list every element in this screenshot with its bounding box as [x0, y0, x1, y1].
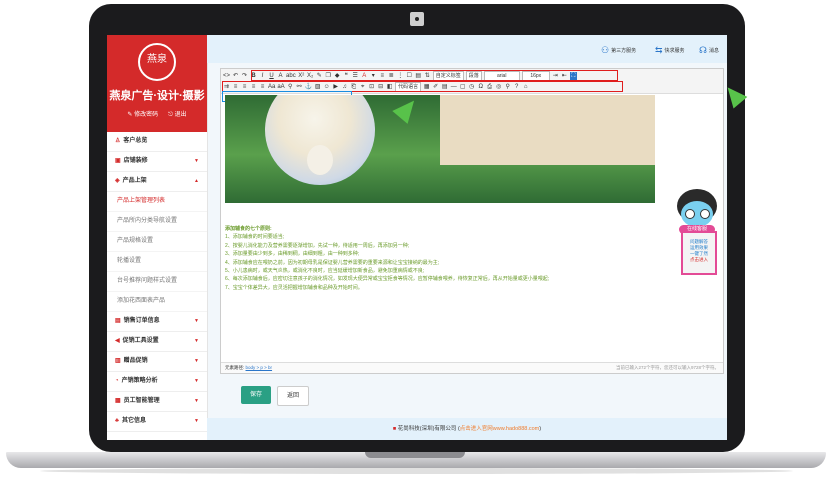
save-button[interactable]: 保存: [241, 386, 272, 404]
footer-logo-icon: ■: [392, 426, 397, 432]
sidebar-item-label: 销售订单信息: [123, 318, 160, 324]
sidebar-item-label: 员工智能管理: [123, 398, 160, 404]
webcam-icon: [410, 12, 424, 26]
chevron-down-icon: ▼: [194, 358, 199, 364]
element-path: 元素路径: body > p > br: [221, 365, 272, 370]
chevron-down-icon: ▼: [194, 418, 199, 424]
chevron-down-icon: ▼: [194, 338, 199, 344]
notes-line: 4、添加辅食应在喂奶之前，因为初期母乳是保证婴儿营养需要的重要来源和让宝宝接纳的…: [225, 259, 440, 266]
notes-line: 7、宝宝个体差异大，应灵活把握增加辅食和品种及开始时间。: [225, 284, 363, 291]
analysis-icon: ◔: [115, 378, 119, 384]
brand-title: 燕泉广告·设计·摄影: [109, 90, 205, 102]
highlight-box-row1: [251, 70, 618, 81]
exchange-icon: ⇆: [655, 45, 663, 55]
headset-icon: ☊: [699, 45, 707, 55]
third-party-link[interactable]: ⚇ 第三方服务: [601, 45, 636, 56]
editor-content[interactable]: 添加辅食的七个原则: 1、添加辅食的时间要适当; 2、按婴儿消化能力及营养需要逐…: [225, 95, 719, 292]
sidebar-item-shop[interactable]: ▣ 店铺装修 ▼: [107, 152, 207, 172]
logout-link[interactable]: ⎋ 退出: [168, 109, 186, 119]
chevron-down-icon: ▼: [194, 378, 199, 384]
sidebar-item-other[interactable]: ♣ 其它信息 ▼: [107, 412, 207, 432]
chevron-down-icon: ▼: [194, 158, 199, 164]
sidebar-subitem[interactable]: 台号推荐问题样式设置: [107, 272, 207, 292]
sidebar-subitem[interactable]: 产品上架管理列表: [107, 192, 207, 212]
sidebar-item-staff[interactable]: ▦ 员工智能管理 ▼: [107, 392, 207, 412]
spoon-image: [307, 145, 333, 175]
sidebar-subitem[interactable]: 产品规格设置: [107, 232, 207, 252]
sidebar-item-analysis[interactable]: ◔ 产销策略分析 ▼: [107, 372, 207, 392]
edit-password-label: 修改密码: [134, 112, 159, 118]
users-icon: ⚇: [601, 45, 610, 55]
notes-line: 3、添加量要由少到多，由稀到稠，由细到粗，由一种到多种;: [225, 251, 360, 258]
top-bar: ⚇ 第三方服务 ⇆ 快求服务 ☊ 消息: [207, 35, 727, 63]
sidebar-subitem[interactable]: 添加花西面表产品: [107, 292, 207, 312]
element-path-label: 元素路径:: [225, 365, 245, 370]
notes-line: 1、添加辅食的时间要适当;: [225, 234, 285, 241]
laptop-notch: [365, 452, 465, 458]
gift-icon: ▥: [115, 358, 121, 364]
screen: 燕泉 燕泉广告·设计·摄影 ✎ 修改密码 ⎋ 退出 ♙ 客户总览 ▣ 店铺装修 ▼ ◈…: [107, 35, 727, 440]
messages-link[interactable]: ☊ 消息: [699, 45, 719, 56]
promo-icon: ◀: [115, 338, 120, 344]
char-count: 当前已输入272个字符，您还可以输入9728个字符。: [615, 365, 719, 370]
undo-icon[interactable]: ↶: [232, 72, 239, 80]
sidebar-item-label: 产品上架: [122, 178, 147, 184]
staff-icon: ▦: [115, 398, 121, 404]
redo-icon[interactable]: ↷: [241, 72, 248, 80]
sidebar-item-orders[interactable]: ▤ 销售订单信息 ▼: [107, 312, 207, 332]
product-icon: ◈: [115, 178, 120, 184]
chevron-up-icon: ▲: [194, 178, 199, 184]
editor-status-bar: 元素路径: body > p > br 当前已输入272个字符，您还可以输入97…: [221, 362, 723, 373]
sidebar-menu: ♙ 客户总览 ▣ 店铺装修 ▼ ◈ 产品上架 ▲ 产品上架管理列表 产品所内分类导航设置 …: [107, 132, 207, 432]
mascot-line: 点击进入: [690, 257, 708, 262]
sidebar-subitem[interactable]: 轮播设置: [107, 252, 207, 272]
mascot-right-eye: [700, 209, 710, 219]
sidebar-item-overview[interactable]: ♙ 客户总览: [107, 132, 207, 152]
third-party-label: 第三方服务: [611, 48, 637, 54]
element-path-link[interactable]: body > p > br: [246, 365, 273, 370]
footer-close-paren: ): [539, 426, 542, 432]
notes-title: 添加辅食的七个原则:: [225, 226, 272, 232]
notes-line: 2、按婴儿消化能力及营养需要逐渐增加，先试一种，待适用一周后，再添加另一种;: [225, 242, 410, 249]
footer: ■ 花尚科技(深圳)有限公司 (点击进入官网www.hado888.com): [207, 418, 727, 440]
notes-line: 6、每次添加辅食后，应密切注意孩子的消化情况，如发现大便异常或宝宝拒食等情况，应…: [225, 276, 550, 283]
sidebar-item-label: 店铺装修: [123, 158, 148, 164]
sidebar-subitem[interactable]: 产品所内分类导航设置: [107, 212, 207, 232]
notes-text: 添加辅食的七个原则: 1、添加辅食的时间要适当; 2、按婴儿消化能力及营养需要逐…: [225, 225, 719, 292]
sidebar-item-promo[interactable]: ◀ 促销工具设置 ▼: [107, 332, 207, 352]
laptop-shadow: [40, 468, 793, 474]
chevron-down-icon: ▼: [194, 318, 199, 324]
sidebar-item-label: 产销策略分析: [121, 378, 158, 384]
other-icon: ♣: [115, 418, 119, 424]
user-icon: ♙: [115, 138, 121, 144]
order-icon: ▤: [115, 318, 121, 324]
footer-company: 花尚科技(深圳)有限公司 (: [397, 426, 460, 432]
mascot-left-eye: [685, 209, 695, 219]
sidebar-item-product[interactable]: ◈ 产品上架 ▲: [107, 172, 207, 192]
logout-label: 退出: [174, 112, 187, 118]
messages-label: 消息: [709, 48, 720, 54]
toolbar-html-button[interactable]: <>: [223, 72, 230, 80]
sidebar-item-label: 客户总览: [123, 138, 148, 144]
footer-website-link[interactable]: 点击进入官网www.hado888.com: [460, 426, 539, 432]
rich-text-editor[interactable]: <> ↶ ↷ B I U A abc X² X₂ ✎ ❐ ◆ ❝ ☰ A ▾ ≡…: [220, 68, 724, 374]
shop-icon: ▣: [115, 158, 121, 164]
sidebar-item-label: 其它信息: [121, 418, 146, 424]
chevron-down-icon: ▼: [194, 398, 199, 404]
back-button[interactable]: 返回: [277, 386, 310, 406]
sidebar-item-label: 促销工具设置: [122, 338, 159, 344]
edit-password-link[interactable]: ✎ 修改密码: [127, 109, 158, 119]
product-image: [225, 95, 655, 203]
sidebar-item-label: 赠品促销: [123, 358, 148, 364]
sidebar-item-gift[interactable]: ▥ 赠品促销 ▼: [107, 352, 207, 372]
notes-line: 5、小儿患病时，或天气炎热，或消化不良时，应当延缓增加新食品，避免加重病情或不良…: [225, 268, 425, 275]
sidebar-header: 燕泉 燕泉广告·设计·摄影 ✎ 修改密码 ⎋ 退出: [107, 35, 207, 132]
background-panel: [440, 95, 655, 165]
brand-logo: 燕泉: [138, 43, 176, 81]
customer-service-mascot[interactable]: 在线客服 问题解答 运用效果 一键了然 点击进入: [673, 181, 721, 293]
mascot-sign: 问题解答 运用效果 一键了然 点击进入: [681, 231, 717, 275]
quick-service-label: 快求服务: [664, 48, 685, 54]
sidebar: 燕泉 燕泉广告·设计·摄影 ✎ 修改密码 ⎋ 退出 ♙ 客户总览 ▣ 店铺装修 ▼ ◈…: [107, 35, 208, 440]
quick-service-link[interactable]: ⇆ 快求服务: [655, 45, 685, 56]
